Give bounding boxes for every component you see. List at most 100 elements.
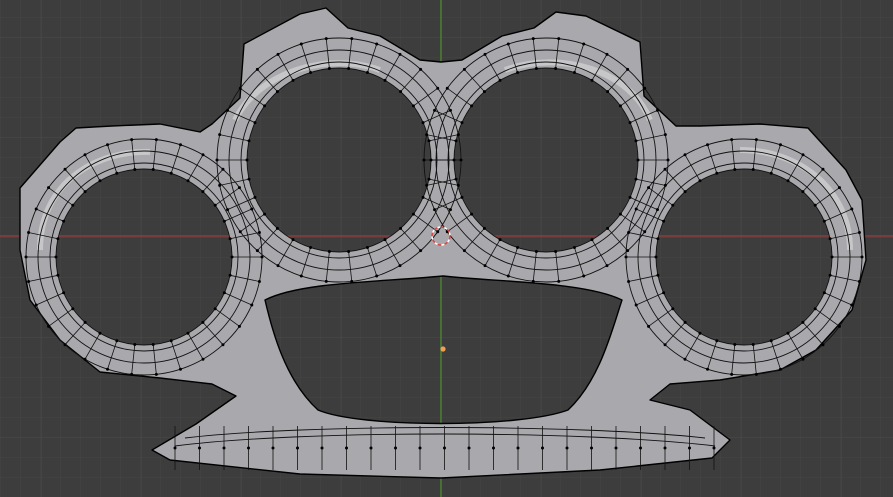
mesh-vertex[interactable] — [857, 230, 861, 234]
mesh-vertex[interactable] — [654, 255, 658, 259]
mesh-vertex[interactable] — [715, 339, 719, 343]
mesh-vertex[interactable] — [483, 264, 487, 268]
mesh-vertex[interactable] — [647, 186, 651, 190]
mesh-vertex[interactable] — [422, 158, 426, 162]
mesh-vertex[interactable] — [813, 203, 817, 207]
mesh-vertex[interactable] — [627, 280, 631, 284]
mesh-vertex[interactable] — [201, 190, 205, 194]
mesh-vertex[interactable] — [260, 255, 264, 259]
mesh-vertex[interactable] — [516, 245, 520, 249]
mesh-vertex[interactable] — [498, 78, 502, 82]
mesh-vertex[interactable] — [429, 158, 433, 162]
mesh-vertex[interactable] — [663, 133, 667, 137]
mesh-vertex[interactable] — [186, 179, 190, 183]
mesh-vertex[interactable] — [418, 446, 422, 450]
mesh-vertex[interactable] — [470, 212, 474, 216]
mesh-vertex[interactable] — [226, 208, 230, 212]
mesh-vertex[interactable] — [327, 67, 331, 71]
mesh-vertex[interactable] — [634, 207, 638, 211]
mesh-vertex[interactable] — [213, 307, 217, 311]
mesh-vertex[interactable] — [178, 367, 182, 371]
mesh-vertex[interactable] — [215, 158, 219, 162]
mesh-vertex[interactable] — [350, 279, 354, 283]
mesh-vertex[interactable] — [614, 446, 618, 450]
mesh-vertex[interactable] — [63, 167, 67, 171]
mesh-vertex[interactable] — [534, 67, 538, 71]
mesh-vertex[interactable] — [482, 90, 486, 94]
mesh-vertex[interactable] — [683, 357, 687, 361]
mesh-vertex[interactable] — [222, 446, 226, 450]
mesh-vertex[interactable] — [247, 446, 250, 450]
mesh-vertex[interactable] — [706, 367, 710, 371]
mesh-vertex[interactable] — [618, 104, 622, 108]
mesh-vertex[interactable] — [433, 208, 437, 212]
mesh-vertex[interactable] — [257, 230, 261, 234]
mesh-vertex[interactable] — [626, 67, 630, 71]
mesh-vertex[interactable] — [801, 190, 805, 194]
mesh-vertex[interactable] — [462, 249, 466, 253]
mesh-vertex[interactable] — [572, 245, 576, 249]
mesh-vertex[interactable] — [24, 255, 28, 259]
mesh-vertex[interactable] — [186, 331, 190, 335]
mesh-vertex[interactable] — [419, 67, 423, 71]
mesh-vertex[interactable] — [557, 279, 561, 283]
mesh-vertex[interactable] — [655, 208, 659, 212]
mesh-vertex[interactable] — [636, 158, 640, 162]
mesh-vertex[interactable] — [276, 264, 280, 268]
mesh-vertex[interactable] — [698, 179, 702, 183]
mesh-vertex[interactable] — [365, 71, 369, 75]
mesh-vertex[interactable] — [531, 37, 535, 41]
mesh-vertex[interactable] — [237, 324, 241, 328]
3d-viewport[interactable] — [0, 0, 893, 497]
mesh-vertex[interactable] — [151, 343, 155, 347]
mesh-vertex[interactable] — [309, 245, 313, 249]
mesh-vertex[interactable] — [715, 171, 719, 175]
mesh-vertex[interactable] — [706, 143, 710, 147]
mesh-vertex[interactable] — [427, 177, 431, 181]
mesh-vertex[interactable] — [769, 171, 773, 175]
mesh-vertex[interactable] — [419, 249, 423, 253]
mesh-vertex[interactable] — [634, 139, 638, 143]
mesh-vertex[interactable] — [218, 133, 222, 137]
mesh-vertex[interactable] — [460, 121, 464, 125]
mesh-vertex[interactable] — [663, 343, 667, 347]
mesh-vertex[interactable] — [250, 207, 254, 211]
mesh-vertex[interactable] — [257, 280, 261, 284]
mesh-vertex[interactable] — [198, 446, 201, 450]
mesh-vertex[interactable] — [688, 446, 691, 450]
mesh-vertex[interactable] — [751, 167, 755, 171]
mesh-vertex[interactable] — [133, 167, 137, 171]
mesh-vertex[interactable] — [683, 320, 687, 324]
mesh-vertex[interactable] — [154, 372, 158, 376]
mesh-vertex[interactable] — [663, 446, 667, 450]
mesh-vertex[interactable] — [557, 37, 561, 41]
mesh-vertex[interactable] — [263, 104, 267, 108]
mesh-vertex[interactable] — [837, 324, 841, 328]
mesh-vertex[interactable] — [347, 67, 351, 71]
mesh-vertex[interactable] — [730, 138, 734, 142]
mesh-vertex[interactable] — [56, 273, 60, 277]
mesh-vertex[interactable] — [154, 138, 158, 142]
mesh-vertex[interactable] — [383, 238, 387, 242]
mesh-vertex[interactable] — [663, 183, 667, 187]
mesh-vertex[interactable] — [541, 446, 544, 450]
mesh-vertex[interactable] — [605, 264, 609, 268]
mesh-vertex[interactable] — [230, 255, 234, 259]
mesh-vertex[interactable] — [425, 183, 429, 187]
mesh-vertex[interactable] — [62, 219, 66, 223]
mesh-vertex[interactable] — [634, 177, 638, 181]
mesh-vertex[interactable] — [590, 446, 593, 450]
mesh-vertex[interactable] — [151, 167, 155, 171]
mesh-vertex[interactable] — [801, 153, 805, 157]
mesh-vertex[interactable] — [850, 303, 854, 307]
mesh-vertex[interactable] — [554, 67, 558, 71]
mesh-vertex[interactable] — [656, 237, 660, 241]
mesh-vertex[interactable] — [730, 372, 734, 376]
mesh-vertex[interactable] — [606, 90, 610, 94]
mesh-vertex[interactable] — [27, 280, 31, 284]
mesh-vertex[interactable] — [754, 138, 758, 142]
mesh-vertex[interactable] — [427, 139, 431, 143]
mesh-vertex[interactable] — [133, 343, 137, 347]
mesh-vertex[interactable] — [115, 171, 119, 175]
mesh-vertex[interactable] — [683, 153, 687, 157]
